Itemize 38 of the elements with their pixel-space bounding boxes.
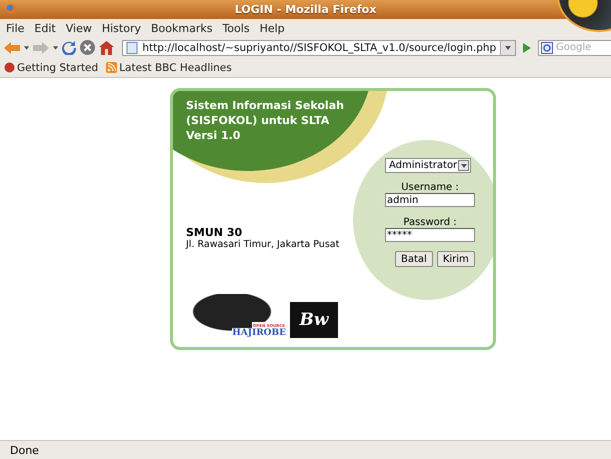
menu-item[interactable]: History xyxy=(102,22,141,34)
caret-icon[interactable] xyxy=(53,44,58,50)
bookmark-link[interactable]: Getting Started xyxy=(4,62,98,74)
password-label: Password : xyxy=(402,217,458,228)
address-field[interactable]: http://localhost/~supriyanto//SISFOKOL_SLTA_v1.0/source/login.php xyxy=(122,40,516,56)
home-icon[interactable] xyxy=(99,40,114,56)
caret-icon[interactable] xyxy=(460,162,466,168)
reload-icon[interactable] xyxy=(62,40,76,56)
menu-item[interactable]: File xyxy=(6,22,24,34)
rss-feed-icon xyxy=(106,62,118,73)
status-text: Done xyxy=(0,440,611,459)
bookmark-link[interactable]: Latest BBC Headlines xyxy=(106,62,232,74)
history-dropdown-button[interactable] xyxy=(500,40,516,54)
menu-item[interactable]: Tools xyxy=(222,22,250,34)
menu-item[interactable]: Help xyxy=(260,22,285,34)
app-title: Sistem Informasi Sekolah xyxy=(186,98,344,113)
password-field[interactable]: ***** xyxy=(385,228,475,242)
menu-item[interactable]: Bookmarks xyxy=(150,22,212,34)
menu-item[interactable]: Edit xyxy=(34,22,56,34)
menu-item[interactable]: View xyxy=(66,22,92,34)
caret-icon[interactable] xyxy=(505,44,512,50)
search-field[interactable]: Google xyxy=(538,40,611,56)
bookmark-icon xyxy=(4,62,15,73)
search-engine-icon[interactable] xyxy=(540,42,553,54)
school-name: SMUN 30 xyxy=(186,226,244,239)
stop-icon[interactable] xyxy=(80,40,96,56)
window-title: LOGIN - Mozilla Firefox xyxy=(234,3,376,16)
submit-button[interactable]: Kirim xyxy=(436,251,475,267)
role-select[interactable]: Administrator xyxy=(385,158,471,173)
username-field[interactable]: admin xyxy=(385,193,475,207)
username-label: Username : xyxy=(400,182,460,193)
app-title: Versi 1.0 xyxy=(186,128,240,143)
community-logo: Bw xyxy=(290,302,338,338)
school-address: Jl. Rawasari Timur, Jakarta Pusat xyxy=(186,239,340,250)
caret-icon[interactable] xyxy=(24,44,30,50)
cancel-button[interactable]: Batal xyxy=(395,251,433,267)
app-title: (SISFOKOL) untuk SLTA xyxy=(186,113,330,128)
browser-logo-icon xyxy=(6,4,16,14)
